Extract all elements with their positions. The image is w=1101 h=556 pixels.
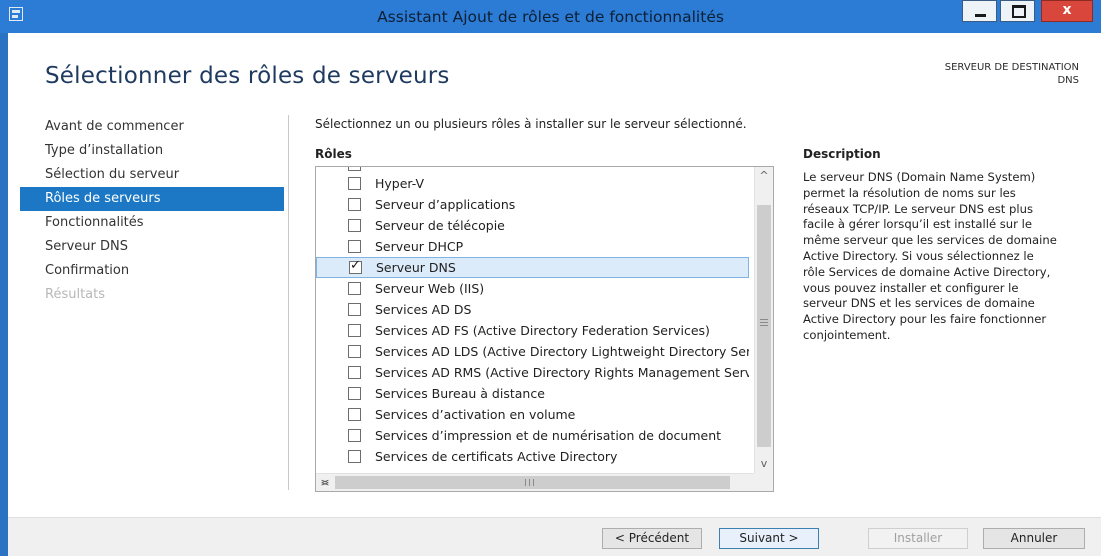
destination-server-value: DNS xyxy=(1057,75,1079,86)
nav-step[interactable]: Fonctionnalités xyxy=(20,211,284,235)
role-label: Services Bureau à distance xyxy=(375,386,545,401)
minimize-button[interactable] xyxy=(962,0,997,22)
close-button[interactable]: x xyxy=(1041,0,1093,22)
role-checkbox[interactable]: ✓ xyxy=(348,408,361,421)
next-button[interactable]: Suivant > xyxy=(719,528,819,549)
role-checkbox[interactable]: ✓ xyxy=(348,240,361,253)
role-row[interactable]: ✓ Hyper-V xyxy=(316,173,749,194)
role-label: Services AD DS xyxy=(375,302,472,317)
role-row[interactable]: ✓ Services AD RMS (Active Directory Right… xyxy=(316,362,749,383)
nav-step-active[interactable]: Rôles de serveurs xyxy=(20,187,284,211)
role-row[interactable]: ✓ Serveur de télécopie xyxy=(316,215,749,236)
nav-step[interactable]: Avant de commencer xyxy=(20,115,284,139)
grip-icon xyxy=(525,479,534,486)
role-checkbox[interactable]: ✓ xyxy=(348,450,361,463)
page-title: Sélectionner des rôles de serveurs xyxy=(45,63,450,89)
role-checkbox[interactable]: ✓ xyxy=(348,303,361,316)
roles-list[interactable]: ✓ Hyper-V ✓ Serveur d’applications ✓ Serveur … xyxy=(315,166,774,492)
role-row[interactable]: ✓ Serveur DHCP xyxy=(316,236,749,257)
nav-step[interactable]: Type d’installation xyxy=(20,139,284,163)
scrollbar-corner xyxy=(754,473,773,491)
role-checkbox[interactable]: ✓ xyxy=(348,429,361,442)
nav-step[interactable]: Sélection du serveur xyxy=(20,163,284,187)
checkmark-icon: ✓ xyxy=(350,258,361,273)
role-label: Services d’impression et de numérisation… xyxy=(375,428,722,443)
role-checkbox[interactable]: ✓ xyxy=(348,198,361,211)
role-row[interactable]: ✓ Serveur Web (IIS) xyxy=(316,278,749,299)
role-checkbox[interactable]: ✓ xyxy=(349,258,362,274)
maximize-button[interactable] xyxy=(1000,0,1035,22)
role-row[interactable]: ✓ Serveur d’applications xyxy=(316,194,749,215)
window-title: Assistant Ajout de rôles et de fonctionn… xyxy=(377,8,724,26)
nav-step[interactable]: Confirmation xyxy=(20,259,284,283)
role-label: Serveur Web (IIS) xyxy=(375,281,485,296)
scroll-down-icon[interactable]: v xyxy=(755,455,773,473)
role-label: Serveur d’applications xyxy=(375,197,516,212)
role-row[interactable]: ✓ Services AD DS xyxy=(316,299,749,320)
role-checkbox[interactable]: ✓ xyxy=(348,387,361,400)
vertical-scroll-thumb[interactable] xyxy=(757,205,771,447)
scroll-right-icon[interactable]: > xyxy=(316,474,334,491)
role-checkbox[interactable]: ✓ xyxy=(348,345,361,358)
role-label: Serveur de télécopie xyxy=(375,218,505,233)
role-checkbox[interactable]: ✓ xyxy=(348,324,361,337)
role-label: Services AD RMS (Active Directory Rights… xyxy=(375,365,749,380)
role-label: Services d’activation en volume xyxy=(375,407,576,422)
wizard-steps-nav: Avant de commencer Type d’installation S… xyxy=(20,115,284,307)
role-row[interactable]: ✓ Services AD FS (Active Directory Federa… xyxy=(316,320,749,341)
role-row[interactable]: ✓ Services AD LDS (Active Directory Light… xyxy=(316,341,749,362)
role-checkbox[interactable]: ✓ xyxy=(348,366,361,379)
role-label: Services AD LDS (Active Directory Lightw… xyxy=(375,344,749,359)
description-heading: Description xyxy=(803,147,881,161)
role-row-selected[interactable]: ✓ Serveur DNS xyxy=(316,257,749,278)
role-label: Services de certificats Active Directory xyxy=(375,449,618,464)
role-row[interactable]: ✓ Services Bureau à distance xyxy=(316,383,749,404)
role-checkbox[interactable]: ✓ xyxy=(348,282,361,295)
previous-button[interactable]: < Précédent xyxy=(602,528,702,549)
title-bar: Assistant Ajout de rôles et de fonctionn… xyxy=(0,0,1101,33)
roles-heading: Rôles xyxy=(315,147,352,161)
roles-list-viewport: ✓ Hyper-V ✓ Serveur d’applications ✓ Serveur … xyxy=(316,167,749,473)
horizontal-scroll-thumb[interactable] xyxy=(335,476,730,489)
instruction-text: Sélectionnez un ou plusieurs rôles à ins… xyxy=(315,117,747,131)
partial-checkbox xyxy=(348,167,361,171)
destination-server-label: SERVEUR DE DESTINATION xyxy=(944,62,1079,73)
install-button: Installer xyxy=(868,528,968,549)
role-row[interactable]: ✓ Services d’activation en volume xyxy=(316,404,749,425)
role-label: Hyper-V xyxy=(375,176,425,191)
description-text: Le serveur DNS (Domain Name System) perm… xyxy=(803,170,1057,342)
close-icon: x xyxy=(1062,2,1072,18)
role-label: Serveur DNS xyxy=(376,260,456,275)
scroll-up-icon[interactable]: ^ xyxy=(755,167,773,185)
role-checkbox[interactable]: ✓ xyxy=(348,219,361,232)
horizontal-scrollbar[interactable]: < > xyxy=(316,473,754,491)
role-checkbox[interactable]: ✓ xyxy=(348,177,361,190)
grip-icon xyxy=(760,319,768,326)
role-label: Serveur DHCP xyxy=(375,239,464,254)
wizard-body: Sélectionner des rôles de serveurs SERVE… xyxy=(8,33,1101,556)
nav-step-disabled: Résultats xyxy=(45,287,106,302)
nav-divider xyxy=(288,115,289,490)
wizard-footer: < Précédent Suivant > Installer Annuler xyxy=(8,517,1101,556)
role-label: Services AD FS (Active Directory Federat… xyxy=(375,323,710,338)
cancel-button[interactable]: Annuler xyxy=(983,528,1085,549)
nav-step[interactable]: Serveur DNS xyxy=(20,235,284,259)
role-row[interactable]: ✓ Services d’impression et de numérisatio… xyxy=(316,425,749,446)
role-row[interactable]: ✓ Services de certificats Active Director… xyxy=(316,446,749,467)
vertical-scrollbar[interactable]: ^ v xyxy=(754,167,773,473)
